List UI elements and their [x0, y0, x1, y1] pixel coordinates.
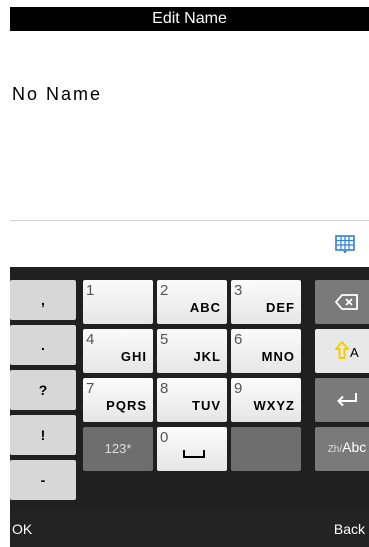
- key-digit: 5: [160, 331, 169, 348]
- input-toolbar: [10, 221, 369, 267]
- key-digit: 4: [86, 331, 95, 348]
- key-dash[interactable]: -: [10, 460, 76, 500]
- shift-key[interactable]: A: [315, 329, 369, 373]
- key-letters: PQRS: [106, 398, 147, 413]
- key-8[interactable]: 8 TUV: [157, 378, 227, 422]
- numeric-mode-key[interactable]: 123*: [83, 427, 153, 471]
- language-label: Zh/Abc: [315, 439, 369, 455]
- key-label: ?: [38, 382, 48, 398]
- backspace-icon: [335, 294, 358, 310]
- key-label: .: [41, 337, 45, 353]
- key-letters: GHI: [120, 349, 147, 364]
- key-question[interactable]: ?: [10, 370, 76, 410]
- key-digit: 8: [160, 380, 169, 397]
- enter-icon: [337, 393, 357, 407]
- key-digit: 7: [86, 380, 95, 397]
- backspace-key[interactable]: [315, 280, 369, 324]
- page-title: Edit Name: [152, 10, 227, 27]
- key-digit: 3: [234, 282, 243, 299]
- key-label: ,: [41, 292, 45, 308]
- key-letters: ABC: [189, 300, 221, 315]
- language-label-small: Zh/: [327, 444, 343, 455]
- key-digit: 1: [86, 282, 95, 299]
- key-6[interactable]: 6 MNO: [231, 329, 301, 373]
- key-9[interactable]: 9 WXYZ: [231, 378, 301, 422]
- key-comma[interactable]: ,: [10, 280, 76, 320]
- title-bar: Edit Name: [10, 7, 369, 31]
- key-1[interactable]: 1: [83, 280, 153, 324]
- key-2[interactable]: 2 ABC: [157, 280, 227, 324]
- key-period[interactable]: .: [10, 325, 76, 365]
- softkey-bar: OK Back: [10, 510, 369, 547]
- key-label: -: [40, 472, 46, 488]
- key-4[interactable]: 4 GHI: [83, 329, 153, 373]
- key-letters: TUV: [192, 398, 221, 413]
- blank-key[interactable]: [231, 427, 301, 471]
- enter-key[interactable]: [315, 378, 369, 422]
- key-label: !: [40, 427, 46, 443]
- key-letters: JKL: [193, 349, 221, 364]
- key-exclamation[interactable]: !: [10, 415, 76, 455]
- key-7[interactable]: 7 PQRS: [83, 378, 153, 422]
- language-key[interactable]: Zh/Abc: [315, 427, 369, 471]
- key-0-space[interactable]: 0: [157, 427, 227, 471]
- language-label-main: Abc: [342, 439, 367, 455]
- ok-softkey[interactable]: OK: [12, 521, 32, 537]
- keyboard: , . ? ! - 1 2 ABC 3 DEF 4 GHI 5 JKL 6 MN…: [10, 267, 369, 510]
- key-letters: DEF: [266, 300, 295, 315]
- shift-arrow-icon: [335, 341, 349, 359]
- key-digit: 6: [234, 331, 243, 348]
- shift-label: A: [350, 345, 359, 360]
- key-digit: 0: [160, 429, 169, 446]
- key-5[interactable]: 5 JKL: [157, 329, 227, 373]
- back-softkey[interactable]: Back: [334, 521, 365, 537]
- key-3[interactable]: 3 DEF: [231, 280, 301, 324]
- key-digit: 9: [234, 380, 243, 397]
- key-letters: MNO: [261, 349, 295, 364]
- key-label: 123*: [104, 441, 132, 456]
- key-letters: WXYZ: [253, 398, 295, 413]
- space-icon: [183, 450, 205, 458]
- keyboard-icon[interactable]: [335, 234, 355, 254]
- key-digit: 2: [160, 282, 169, 299]
- name-input-text[interactable]: No Name: [12, 84, 102, 105]
